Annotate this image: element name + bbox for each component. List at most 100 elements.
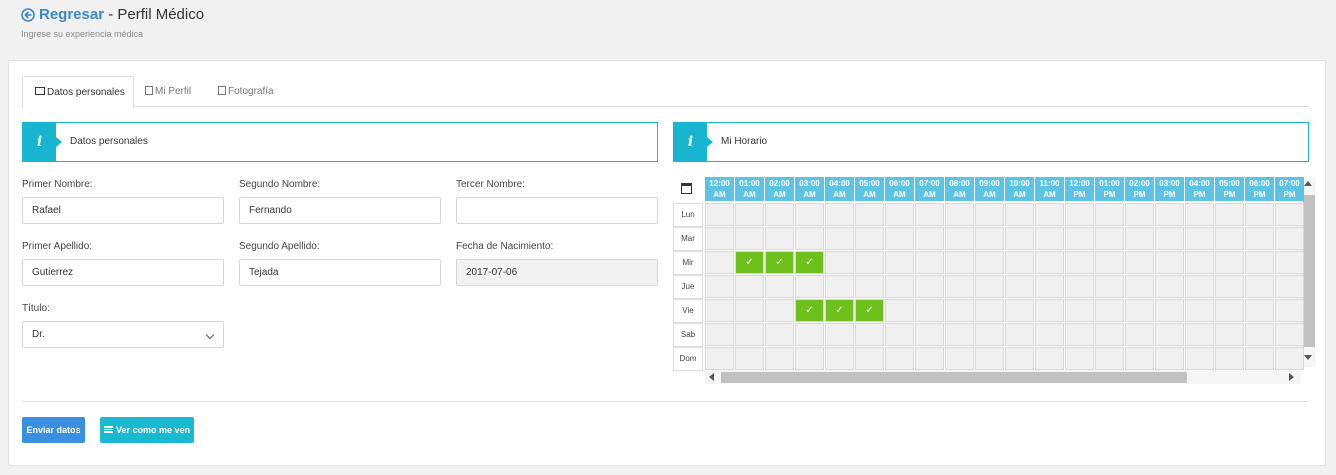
schedule-slot[interactable] — [735, 275, 764, 298]
schedule-slot[interactable] — [885, 227, 914, 250]
schedule-slot[interactable] — [945, 299, 974, 322]
schedule-slot[interactable] — [1245, 323, 1274, 346]
schedule-slot[interactable] — [795, 275, 824, 298]
schedule-slot[interactable] — [1095, 323, 1124, 346]
schedule-slot[interactable] — [1185, 227, 1214, 250]
tab-mi-perfil[interactable]: Mi Perfil — [145, 76, 215, 107]
schedule-slot[interactable] — [1005, 299, 1034, 322]
schedule-slot[interactable] — [915, 347, 944, 370]
schedule-slot[interactable] — [1035, 227, 1064, 250]
back-link[interactable]: Regresar — [39, 6, 104, 23]
schedule-slot[interactable] — [1185, 275, 1214, 298]
schedule-slot[interactable] — [1155, 251, 1184, 274]
schedule-slot-selected[interactable]: ✓ — [735, 251, 764, 274]
schedule-slot[interactable] — [705, 299, 734, 322]
schedule-slot[interactable] — [945, 347, 974, 370]
schedule-slot[interactable] — [705, 347, 734, 370]
enviar-datos-button[interactable]: Enviar datos — [22, 417, 85, 443]
primer-apellido-input[interactable]: Gutierrez — [22, 259, 224, 286]
schedule-slot[interactable] — [885, 323, 914, 346]
schedule-slot[interactable] — [1275, 275, 1304, 298]
schedule-slot[interactable] — [1155, 323, 1184, 346]
schedule-slot[interactable] — [975, 347, 1004, 370]
schedule-slot[interactable] — [705, 203, 734, 226]
schedule-slot[interactable] — [765, 227, 794, 250]
schedule-slot[interactable] — [825, 227, 854, 250]
schedule-slot[interactable] — [795, 323, 824, 346]
schedule-slot[interactable] — [885, 275, 914, 298]
schedule-slot[interactable] — [765, 323, 794, 346]
schedule-slot[interactable] — [825, 323, 854, 346]
schedule-slot[interactable] — [1125, 227, 1154, 250]
schedule-slot[interactable] — [1005, 323, 1034, 346]
titulo-select[interactable]: Dr. — [22, 321, 224, 348]
fecha-nacimiento-input[interactable]: 2017-07-06 — [456, 259, 658, 286]
schedule-slot[interactable] — [1065, 347, 1094, 370]
schedule-slot[interactable] — [1215, 203, 1244, 226]
schedule-slot[interactable] — [795, 227, 824, 250]
schedule-slot[interactable] — [1275, 347, 1304, 370]
schedule-slot[interactable] — [1125, 251, 1154, 274]
schedule-slot[interactable] — [945, 203, 974, 226]
schedule-slot[interactable] — [1035, 251, 1064, 274]
schedule-slot[interactable] — [765, 347, 794, 370]
schedule-slot[interactable] — [1065, 251, 1094, 274]
schedule-slot[interactable] — [1215, 299, 1244, 322]
schedule-slot[interactable] — [765, 299, 794, 322]
scrollbar-thumb[interactable] — [1303, 195, 1315, 347]
ver-como-me-ven-button[interactable]: Ver como me ven — [100, 417, 194, 443]
schedule-slot[interactable] — [1005, 275, 1034, 298]
schedule-slot[interactable] — [1065, 203, 1094, 226]
schedule-slot[interactable] — [795, 203, 824, 226]
schedule-slot[interactable] — [945, 251, 974, 274]
schedule-slot-selected[interactable]: ✓ — [855, 299, 884, 322]
schedule-slot[interactable] — [1005, 203, 1034, 226]
schedule-slot[interactable] — [1185, 203, 1214, 226]
schedule-slot[interactable] — [1005, 251, 1034, 274]
schedule-slot[interactable] — [1095, 227, 1124, 250]
schedule-slot[interactable] — [1245, 227, 1274, 250]
primer-nombre-input[interactable]: Rafael — [22, 197, 224, 224]
schedule-slot-selected[interactable]: ✓ — [765, 251, 794, 274]
scroll-down-icon[interactable] — [1304, 355, 1312, 360]
schedule-slot[interactable] — [705, 227, 734, 250]
schedule-slot[interactable] — [1185, 347, 1214, 370]
schedule-slot[interactable] — [945, 275, 974, 298]
scroll-up-icon[interactable] — [1304, 181, 1312, 186]
schedule-slot[interactable] — [1065, 275, 1094, 298]
schedule-slot[interactable] — [1275, 227, 1304, 250]
schedule-slot[interactable] — [1245, 299, 1274, 322]
schedule-slot-selected[interactable]: ✓ — [825, 299, 854, 322]
schedule-slot[interactable] — [1125, 347, 1154, 370]
schedule-slot[interactable] — [1035, 347, 1064, 370]
schedule-slot[interactable] — [885, 347, 914, 370]
schedule-slot[interactable] — [1095, 347, 1124, 370]
schedule-slot[interactable] — [915, 227, 944, 250]
schedule-slot[interactable] — [1185, 323, 1214, 346]
schedule-slot[interactable] — [975, 323, 1004, 346]
schedule-slot[interactable] — [1095, 299, 1124, 322]
schedule-slot[interactable] — [1125, 299, 1154, 322]
schedule-slot[interactable] — [795, 347, 824, 370]
schedule-slot[interactable] — [1005, 347, 1034, 370]
schedule-slot[interactable] — [1155, 299, 1184, 322]
schedule-slot[interactable] — [1095, 251, 1124, 274]
schedule-slot[interactable] — [1215, 347, 1244, 370]
schedule-slot[interactable] — [915, 251, 944, 274]
schedule-slot[interactable] — [1275, 203, 1304, 226]
schedule-slot[interactable] — [855, 275, 884, 298]
schedule-slot[interactable] — [1155, 203, 1184, 226]
segundo-nombre-input[interactable]: Fernando — [239, 197, 441, 224]
schedule-slot[interactable] — [1215, 323, 1244, 346]
schedule-slot[interactable] — [825, 275, 854, 298]
schedule-slot[interactable] — [1155, 347, 1184, 370]
schedule-slot[interactable] — [1215, 275, 1244, 298]
tab-fotografia[interactable]: Fotografía — [218, 76, 298, 107]
schedule-slot[interactable] — [915, 299, 944, 322]
schedule-slot[interactable] — [915, 275, 944, 298]
schedule-slot[interactable] — [975, 275, 1004, 298]
schedule-slot[interactable] — [1035, 203, 1064, 226]
schedule-slot[interactable] — [1275, 323, 1304, 346]
schedule-slot[interactable] — [885, 299, 914, 322]
scroll-left-icon[interactable] — [709, 373, 714, 381]
